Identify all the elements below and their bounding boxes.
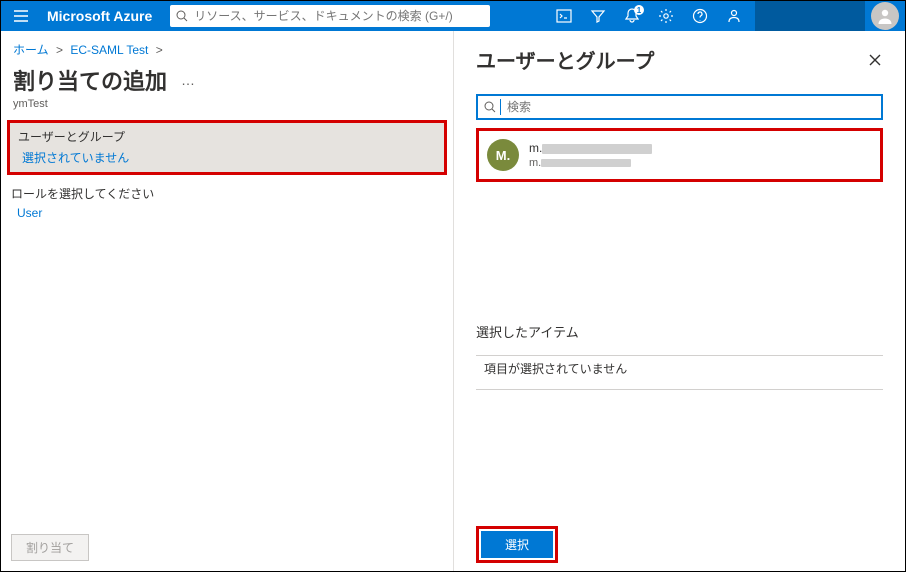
left-pane: ホーム > EC-SAML Test > 割り当ての追加 … ymTest ユー…: [1, 31, 454, 571]
menu-icon[interactable]: [1, 1, 41, 31]
page-subtitle: ymTest: [1, 96, 453, 120]
panel-search[interactable]: [476, 94, 883, 120]
result-avatar: M.: [487, 139, 519, 171]
role-section: ロールを選択してください User: [1, 175, 453, 220]
help-icon[interactable]: [683, 1, 717, 31]
brand-label[interactable]: Microsoft Azure: [41, 8, 166, 24]
search-icon: [170, 10, 194, 22]
global-search-input[interactable]: [194, 6, 490, 26]
more-icon[interactable]: …: [167, 72, 195, 88]
result-text: m. m.: [529, 141, 652, 169]
search-result-item[interactable]: M. m. m.: [476, 128, 883, 182]
notification-badge: 1: [634, 5, 644, 15]
result-email: m.: [529, 157, 541, 169]
right-panel: ユーザーとグループ M. m. m. 選択したアイテム: [454, 31, 905, 571]
result-name: m.: [529, 141, 542, 155]
page-title: 割り当ての追加: [13, 64, 167, 96]
topbar-actions: 1: [547, 1, 905, 31]
select-button[interactable]: 選択: [481, 531, 553, 558]
top-bar: Microsoft Azure 1: [1, 1, 905, 31]
caret-divider: [500, 99, 501, 115]
settings-icon[interactable]: [649, 1, 683, 31]
global-search[interactable]: [170, 5, 490, 27]
panel-title: ユーザーとグループ: [476, 45, 863, 74]
users-groups-value[interactable]: 選択されていません: [10, 147, 444, 172]
selected-items-header: 選択したアイテム: [476, 322, 883, 353]
chevron-right-icon: >: [52, 43, 67, 57]
cloud-shell-icon[interactable]: [547, 1, 581, 31]
directory-filter-icon[interactable]: [581, 1, 615, 31]
users-groups-header: ユーザーとグループ: [10, 123, 444, 147]
assign-button[interactable]: 割り当て: [11, 534, 89, 561]
panel-search-input[interactable]: [507, 100, 875, 114]
role-value[interactable]: User: [11, 206, 443, 220]
user-avatar-icon[interactable]: [871, 2, 899, 30]
role-header: ロールを選択してください: [11, 185, 443, 206]
selected-items-empty: 項目が選択されていません: [476, 356, 883, 387]
notifications-icon[interactable]: 1: [615, 1, 649, 31]
breadcrumb-app[interactable]: EC-SAML Test: [70, 43, 148, 57]
feedback-icon[interactable]: [717, 1, 751, 31]
select-button-highlight: 選択: [476, 526, 558, 563]
breadcrumb: ホーム > EC-SAML Test >: [1, 31, 453, 62]
redacted-text: [542, 144, 652, 154]
divider: [476, 389, 883, 390]
search-icon: [484, 101, 500, 113]
users-groups-section[interactable]: ユーザーとグループ 選択されていません: [7, 120, 447, 175]
redacted-text: [541, 159, 631, 167]
chevron-right-icon: >: [152, 43, 167, 57]
close-icon[interactable]: [863, 48, 887, 72]
breadcrumb-home[interactable]: ホーム: [13, 43, 49, 57]
account-block[interactable]: [755, 1, 865, 31]
